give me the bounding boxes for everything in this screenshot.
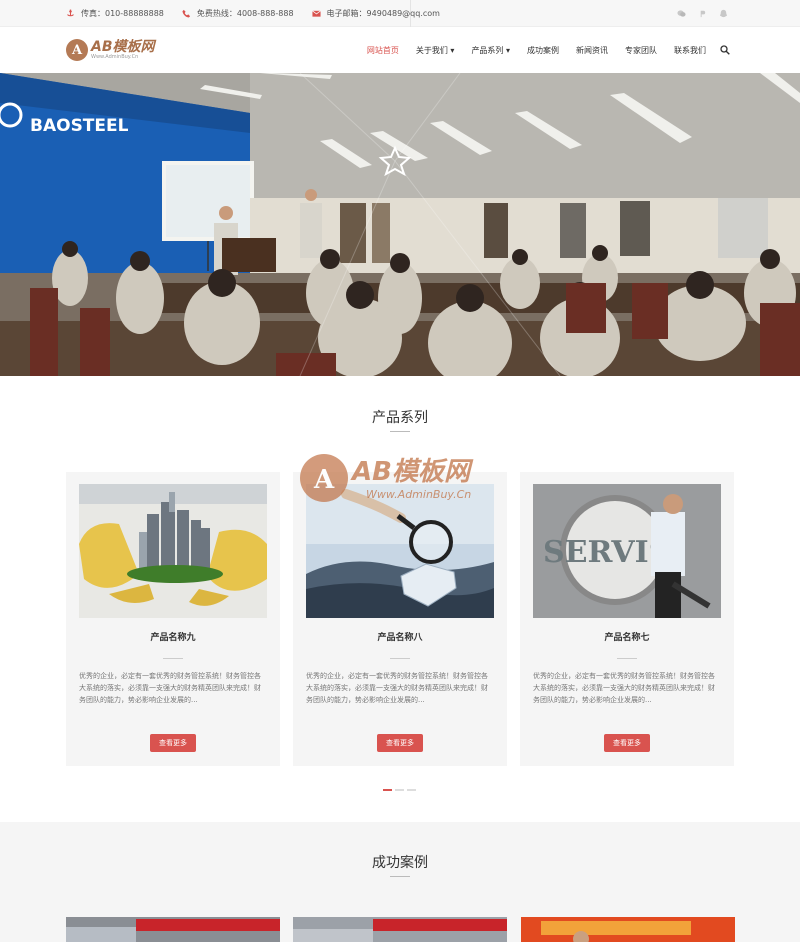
nav-home[interactable]: 网站首页 — [367, 45, 399, 56]
view-more-button[interactable]: 查看更多 — [377, 734, 423, 752]
hero-banner[interactable]: BAOSTEEL — [0, 73, 800, 376]
phone-icon — [182, 9, 190, 18]
logo-title: AB模板网 — [91, 38, 155, 55]
hotline-text: 免费热线：4008-888-888 — [196, 9, 294, 18]
case-photo-2 — [293, 917, 507, 942]
main-menu: 网站首页 关于我们 ▾ 产品系列 ▾ 成功案例 新闻资讯 专家团队 联系我们 — [350, 27, 730, 73]
product-description: 优秀的企业，必定有一套优秀的财务管控系统！财务管控各大系统的落实，必须靠一支强大… — [306, 672, 488, 704]
card-separator — [163, 658, 183, 659]
product-card[interactable]: SERVIS 产品名称七 优秀的企业，必定有一套优秀的财务管控系统！财务管控各大… — [520, 472, 734, 766]
nav-contact[interactable]: 联系我们 — [674, 45, 706, 56]
product-image[interactable] — [306, 484, 494, 618]
hotline-info: 免费热线：4008-888-888 — [182, 8, 294, 19]
logo-text: AB模板网 Www.AdminBuy.Cn — [91, 40, 155, 61]
product-description: 优秀的企业，必定有一套优秀的财务管控系统！财务管控各大系统的落实，必须靠一支强大… — [79, 672, 261, 704]
card-separator — [390, 658, 410, 659]
case-image[interactable] — [293, 917, 507, 942]
fax-info: 传真：010-88888888 — [66, 8, 164, 19]
product-name[interactable]: 产品名称七 — [520, 630, 734, 643]
view-more-button[interactable]: 查看更多 — [150, 734, 196, 752]
nav-products[interactable]: 产品系列 ▾ — [471, 45, 510, 56]
carousel-dot[interactable] — [395, 789, 404, 791]
nav-team[interactable]: 专家团队 — [625, 45, 657, 56]
carousel-dot[interactable] — [407, 789, 416, 791]
product-name[interactable]: 产品名称九 — [66, 630, 280, 643]
wechat-icon[interactable] — [677, 9, 686, 18]
weibo-icon[interactable] — [698, 9, 707, 18]
case-photo-3 — [521, 917, 735, 942]
products-title: 产品系列 — [372, 410, 428, 426]
top-info-bar: 传真：010-88888888 免费热线：4008-888-888 电子邮箱：9… — [0, 0, 800, 27]
product-image[interactable] — [79, 484, 267, 618]
cases-title: 成功案例 — [372, 855, 428, 871]
case-image[interactable] — [521, 917, 735, 942]
product-carousel: 产品名称九 优秀的企业，必定有一套优秀的财务管控系统！财务管控各大系统的落实，必… — [66, 472, 734, 766]
cases-title-underline — [390, 876, 410, 877]
qq-icon[interactable] — [719, 9, 728, 18]
carousel-indicators — [383, 789, 416, 791]
product-card[interactable]: 产品名称九 优秀的企业，必定有一套优秀的财务管控系统！财务管控各大系统的落实，必… — [66, 472, 280, 766]
social-links — [677, 0, 728, 27]
product-description: 优秀的企业，必定有一套优秀的财务管控系统！财务管控各大系统的落实，必须靠一支强大… — [533, 672, 715, 704]
search-icon[interactable] — [720, 45, 730, 55]
fax-text: 传真：010-88888888 — [81, 9, 164, 18]
email-text: 电子邮箱：9490489@qq.com — [326, 9, 440, 18]
site-logo[interactable]: A AB模板网 Www.AdminBuy.Cn — [66, 36, 155, 64]
anchor-icon — [67, 9, 74, 17]
product-image[interactable]: SERVIS — [533, 484, 721, 618]
products-title-underline — [390, 431, 410, 432]
conference-photo: BAOSTEEL — [0, 73, 800, 376]
card-separator — [617, 658, 637, 659]
nav-cases[interactable]: 成功案例 — [527, 45, 559, 56]
case-image[interactable] — [66, 917, 280, 942]
envelope-icon — [311, 10, 321, 17]
email-info: 电子邮箱：9490489@qq.com — [311, 8, 440, 19]
contact-info: 传真：010-88888888 免费热线：4008-888-888 电子邮箱：9… — [66, 0, 458, 27]
magnifier-diamond-image — [306, 484, 494, 618]
main-navbar: A AB模板网 Www.AdminBuy.Cn 网站首页 关于我们 ▾ 产品系列… — [0, 27, 800, 73]
service-magnifier-image: SERVIS — [533, 484, 721, 618]
carousel-dot[interactable] — [383, 789, 392, 791]
baosteel-text: BAOSTEEL — [30, 116, 129, 136]
product-name[interactable]: 产品名称八 — [293, 630, 507, 643]
nav-news[interactable]: 新闻资讯 — [576, 45, 608, 56]
product-card[interactable]: 产品名称八 优秀的企业，必定有一套优秀的财务管控系统！财务管控各大系统的落实，必… — [293, 472, 507, 766]
logo-mark: A — [66, 39, 88, 61]
view-more-button[interactable]: 查看更多 — [604, 734, 650, 752]
logo-subtitle: Www.AdminBuy.Cn — [91, 53, 139, 60]
case-photo-1 — [66, 917, 280, 942]
eggshell-city-image — [79, 484, 267, 618]
nav-about[interactable]: 关于我们 ▾ — [416, 45, 455, 56]
